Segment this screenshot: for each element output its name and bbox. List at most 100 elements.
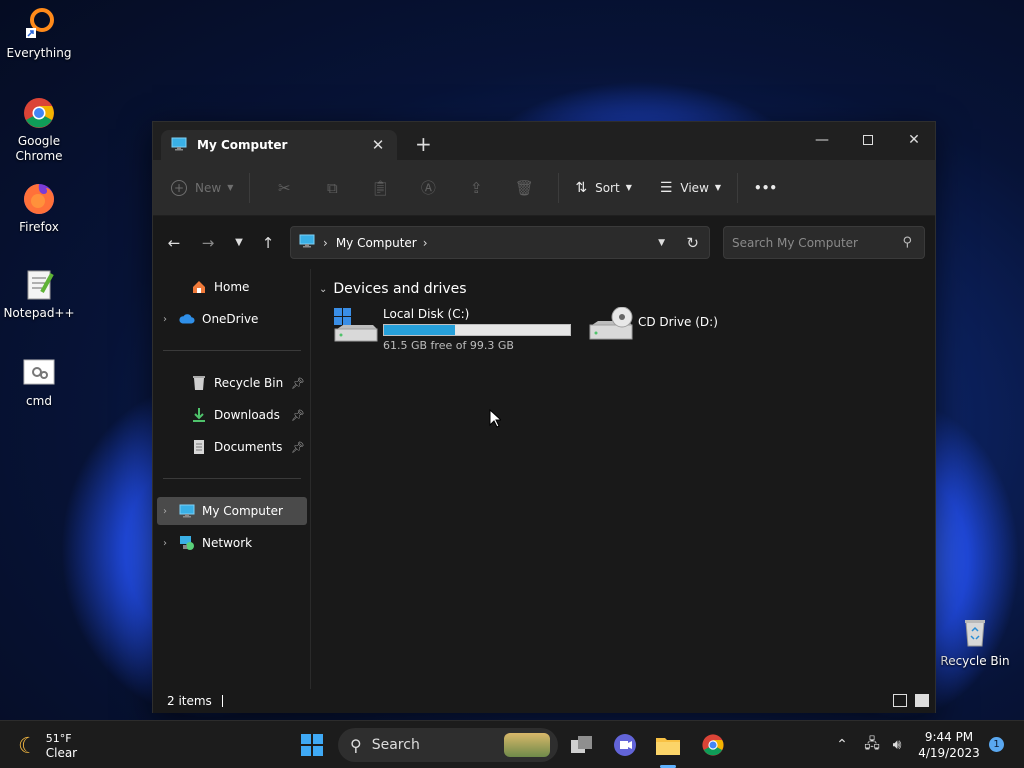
hard-drive-icon [333,307,379,347]
delete-button[interactable]: 🗑︎ [500,172,548,204]
up-button[interactable]: ↑ [257,233,279,253]
desktop-icon-chrome[interactable]: Google Chrome [1,96,77,164]
desktop-icon-firefox[interactable]: Firefox [1,182,77,235]
paste-button[interactable]: 📋︎ [356,172,404,204]
collapse-chevron-icon[interactable]: ⌄ [319,284,327,295]
drive-local-disk-c[interactable]: Local Disk (C:) 61.5 GB free of 99.3 GB [333,307,571,352]
new-button[interactable]: + New ▼ [171,172,233,204]
sidebar-item-onedrive[interactable]: › OneDrive [157,305,307,333]
desktop-icon-label: Google Chrome [15,134,63,163]
desktop-icon-cmd[interactable]: cmd [1,356,77,409]
search-label: Search [371,737,420,753]
arrow-up-icon: ↑ [261,234,275,252]
view-list-icon: ☰ [659,179,673,196]
desktop-icon-recycle-bin[interactable]: Recycle Bin [937,616,1013,669]
weather-widget[interactable]: ☾ 51°F Clear [18,731,77,761]
volume-button[interactable]: 🔊︎ [883,731,911,759]
sidebar-item-label: Documents [214,440,283,454]
cut-button[interactable]: ✂ [260,172,308,204]
cloud-icon [179,311,195,327]
group-header-devices[interactable]: ⌄ Devices and drives [319,281,467,297]
sidebar-item-network[interactable]: › Network [157,529,307,557]
maximize-button[interactable] [845,126,891,154]
clock[interactable]: 9:44 PM 4/19/2023 [914,729,984,761]
desktop-icon-everything[interactable]: Everything [1,8,77,61]
task-view-button[interactable] [568,731,596,759]
drive-name: CD Drive (D:) [638,315,718,329]
see-more-button[interactable]: ••• [754,172,777,204]
firefox-icon [22,182,56,216]
sidebar-item-my-computer[interactable]: › My Computer [157,497,307,525]
group-title: Devices and drives [333,281,467,297]
breadcrumb-my-computer[interactable]: My Computer [336,236,417,250]
forward-button[interactable]: → [197,233,219,253]
expand-chevron-icon[interactable]: › [163,506,175,517]
sort-label: Sort [595,180,620,195]
chrome-taskbar-button[interactable] [699,731,727,759]
address-dropdown-icon[interactable]: ▼ [658,238,665,248]
breadcrumb-chevron-icon[interactable]: › [323,236,328,250]
expand-chevron-icon[interactable]: › [163,538,175,549]
windows-logo-icon [301,734,323,756]
search-icon: ⚲ [902,235,912,250]
notification-badge[interactable]: 1 [989,737,1004,752]
clock-date: 4/19/2023 [918,746,980,760]
tab-my-computer[interactable]: My Computer ✕ [161,130,397,160]
sidebar-divider [163,350,301,351]
monitor-icon [179,503,195,519]
task-view-icon [571,736,592,753]
chevron-up-icon: ⌃ [836,737,848,753]
tiles-view-icon[interactable] [915,694,929,707]
trash-icon: 🗑︎ [514,178,534,197]
desktop-icon-label: Everything [6,46,72,60]
start-button[interactable] [298,731,326,759]
show-hidden-icons-button[interactable]: ⌃ [828,731,856,759]
navigation-pane: Home › OneDrive Recycle Bin 📌︎ Downloads… [153,269,311,689]
refresh-icon[interactable]: ↻ [686,234,699,252]
expand-chevron-icon[interactable]: › [163,314,175,325]
file-explorer-taskbar-button[interactable] [654,731,682,759]
sidebar-item-recycle-bin[interactable]: Recycle Bin 📌︎ [157,369,307,397]
speaker-icon: 🔊︎ [892,737,902,753]
recycle-bin-icon [958,616,992,650]
sidebar-item-label: Recycle Bin [214,376,284,390]
new-tab-button[interactable]: + [415,134,432,154]
breadcrumb-chevron-icon[interactable]: › [423,236,428,250]
tab-close-icon[interactable]: ✕ [369,136,387,154]
view-label: View [680,180,709,195]
monitor-icon [299,234,315,251]
recent-locations-button[interactable]: ▼ [228,233,250,253]
toolbar-divider [249,172,251,203]
rename-button[interactable]: Ⓐ [404,172,452,204]
chrome-icon [702,734,724,756]
rename-icon: Ⓐ [420,179,436,197]
back-button[interactable]: ← [163,233,185,253]
sidebar-item-home[interactable]: Home [157,273,307,301]
view-button[interactable]: ☰ View ▼ [660,172,721,204]
drive-usage-bar [383,324,571,336]
toolbar-divider [737,172,739,203]
details-view-icon[interactable] [893,694,907,707]
network-tray-button[interactable]: 🖧︎ [858,731,886,759]
teams-chat-button[interactable] [611,731,639,759]
download-icon [191,407,207,423]
share-button[interactable]: ⇪ [452,172,500,204]
weather-temp: 51°F [45,732,72,745]
drive-cd-d[interactable]: CD Drive (D:) [588,306,718,347]
sidebar-item-downloads[interactable]: Downloads 📌︎ [157,401,307,429]
minimize-button[interactable]: — [799,126,845,154]
sidebar-item-label: My Computer [202,504,283,518]
search-input[interactable] [732,235,892,250]
taskbar-search[interactable]: ⚲ Search [338,728,558,762]
copy-button[interactable]: ⧉ [308,172,356,204]
navigation-bar: ← → ▼ ↑ › My Computer › ▼ ↻ ⚲ [153,217,935,269]
desktop-icon-notepadpp[interactable]: Notepad++ [1,268,77,321]
address-bar[interactable]: › My Computer › ▼ ↻ [290,226,710,259]
search-box[interactable]: ⚲ [723,226,925,259]
sidebar-item-documents[interactable]: Documents 📌︎ [157,433,307,461]
sort-button[interactable]: ⇅ Sort ▼ [575,172,632,204]
search-icon: ⚲ [350,735,362,755]
sort-icon: ⇅ [575,179,588,196]
chat-icon [614,734,636,756]
close-button[interactable]: ✕ [891,126,937,154]
